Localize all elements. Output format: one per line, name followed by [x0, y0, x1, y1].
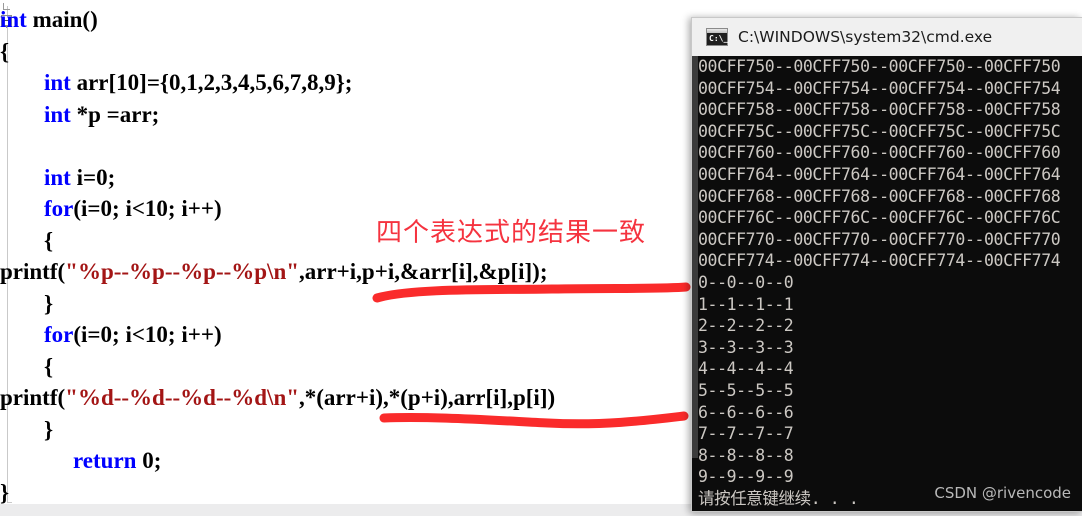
cmd-icon: C:\_	[706, 28, 728, 46]
console-line: 0--0--0--0	[698, 272, 794, 292]
code-line: return 0;	[0, 445, 555, 477]
console-output-text: 00CFF750--00CFF750--00CFF750--00CFF750 00…	[698, 56, 1061, 509]
console-line: 6--6--6--6	[698, 402, 794, 422]
console-line: 3--3--3--3	[698, 337, 794, 357]
code-text: {	[44, 353, 54, 379]
code-text: 0;	[136, 448, 162, 473]
code-line: {	[0, 36, 555, 68]
console-line: 00CFF754--00CFF754--00CFF754--00CFF754	[698, 78, 1061, 98]
code-text: (i=0; i<10; i++)	[73, 196, 222, 221]
console-line: 00CFF750--00CFF750--00CFF750--00CFF750	[698, 57, 1061, 76]
code-keyword: for	[44, 322, 74, 347]
code-line: }	[0, 414, 555, 446]
code-string: "%d--%d--%d--%d\n"	[65, 385, 300, 410]
code-keyword: return	[73, 448, 137, 473]
code-keyword: int	[44, 101, 71, 127]
code-keyword: int	[44, 164, 71, 190]
code-line: for(i=0; i<10; i++)	[0, 319, 555, 351]
console-line: 00CFF76C--00CFF76C--00CFF76C--00CFF76C	[698, 208, 1061, 228]
console-titlebar[interactable]: C:\_ C:\WINDOWS\system32\cmd.exe	[692, 18, 1082, 56]
console-line: 00CFF75C--00CFF75C--00CFF75C--00CFF75C	[698, 121, 1061, 141]
code-text: }	[44, 416, 54, 442]
code-line: {	[0, 351, 555, 383]
console-line: 2--2--2--2	[698, 316, 794, 336]
source-code[interactable]: int main(){int arr[10]={0,1,2,3,4,5,6,7,…	[0, 4, 555, 508]
code-text: i=0;	[70, 164, 116, 190]
code-line: printf("%d--%d--%d--%d\n",*(arr+i),*(p+i…	[0, 382, 555, 414]
code-text: (i=0; i<10; i++)	[73, 322, 222, 347]
code-line: int i=0;	[0, 162, 555, 194]
console-line: 00CFF768--00CFF768--00CFF768--00CFF768	[698, 186, 1061, 206]
code-line: int *p =arr;	[0, 99, 555, 131]
code-keyword: int	[44, 70, 71, 95]
code-line: printf("%p--%p--%p--%p\n",arr+i,p+i,&arr…	[0, 256, 555, 288]
console-line: 1--1--1--1	[698, 294, 794, 314]
code-string: "%p--%p--%p--%p\n"	[65, 259, 300, 284]
annotation-note: 四个表达式的结果一致	[376, 218, 647, 248]
console-line: 00CFF758--00CFF758--00CFF758--00CFF758	[698, 100, 1061, 120]
code-text: }	[44, 290, 54, 316]
code-keyword: int	[0, 7, 27, 32]
code-text: ,*(arr+i),*(p+i),arr[i],p[i])	[299, 385, 556, 410]
cmd-console-window[interactable]: C:\_ C:\WINDOWS\system32\cmd.exe 00CFF75…	[691, 17, 1082, 512]
code-text: {	[44, 227, 54, 253]
code-text: {	[0, 38, 10, 64]
console-line: 00CFF760--00CFF760--00CFF760--00CFF760	[698, 143, 1061, 163]
console-line: 4--4--4--4	[698, 359, 794, 379]
code-text: main()	[26, 7, 98, 32]
code-text: arr[10]={0,1,2,3,4,5,6,7,8,9};	[70, 70, 353, 95]
console-title: C:\WINDOWS\system32\cmd.exe	[738, 28, 993, 46]
cmd-icon-prompt: C:\_	[709, 34, 729, 43]
console-line: 8--8--8--8	[698, 445, 794, 465]
console-line: 00CFF770--00CFF770--00CFF770--00CFF770	[698, 229, 1061, 249]
code-text: *p =arr;	[70, 101, 160, 127]
code-line: int main()	[0, 4, 555, 36]
code-text: printf(	[0, 385, 66, 410]
console-line: 7--7--7--7	[698, 424, 794, 444]
console-output-area[interactable]: 00CFF750--00CFF750--00CFF750--00CFF750 00…	[692, 56, 1082, 511]
console-line: 00CFF774--00CFF774--00CFF774--00CFF774	[698, 251, 1061, 271]
code-text: printf(	[0, 259, 66, 284]
code-line: int arr[10]={0,1,2,3,4,5,6,7,8,9};	[0, 67, 555, 99]
csdn-watermark: CSDN @rivencode	[934, 484, 1071, 502]
code-text: ,arr+i,p+i,&arr[i],&p[i]);	[299, 259, 548, 284]
code-text: }	[0, 479, 10, 505]
code-keyword: for	[44, 196, 74, 221]
console-line: 00CFF764--00CFF764--00CFF764--00CFF764	[698, 164, 1061, 184]
code-line: }	[0, 288, 555, 320]
console-line: 5--5--5--5	[698, 380, 794, 400]
